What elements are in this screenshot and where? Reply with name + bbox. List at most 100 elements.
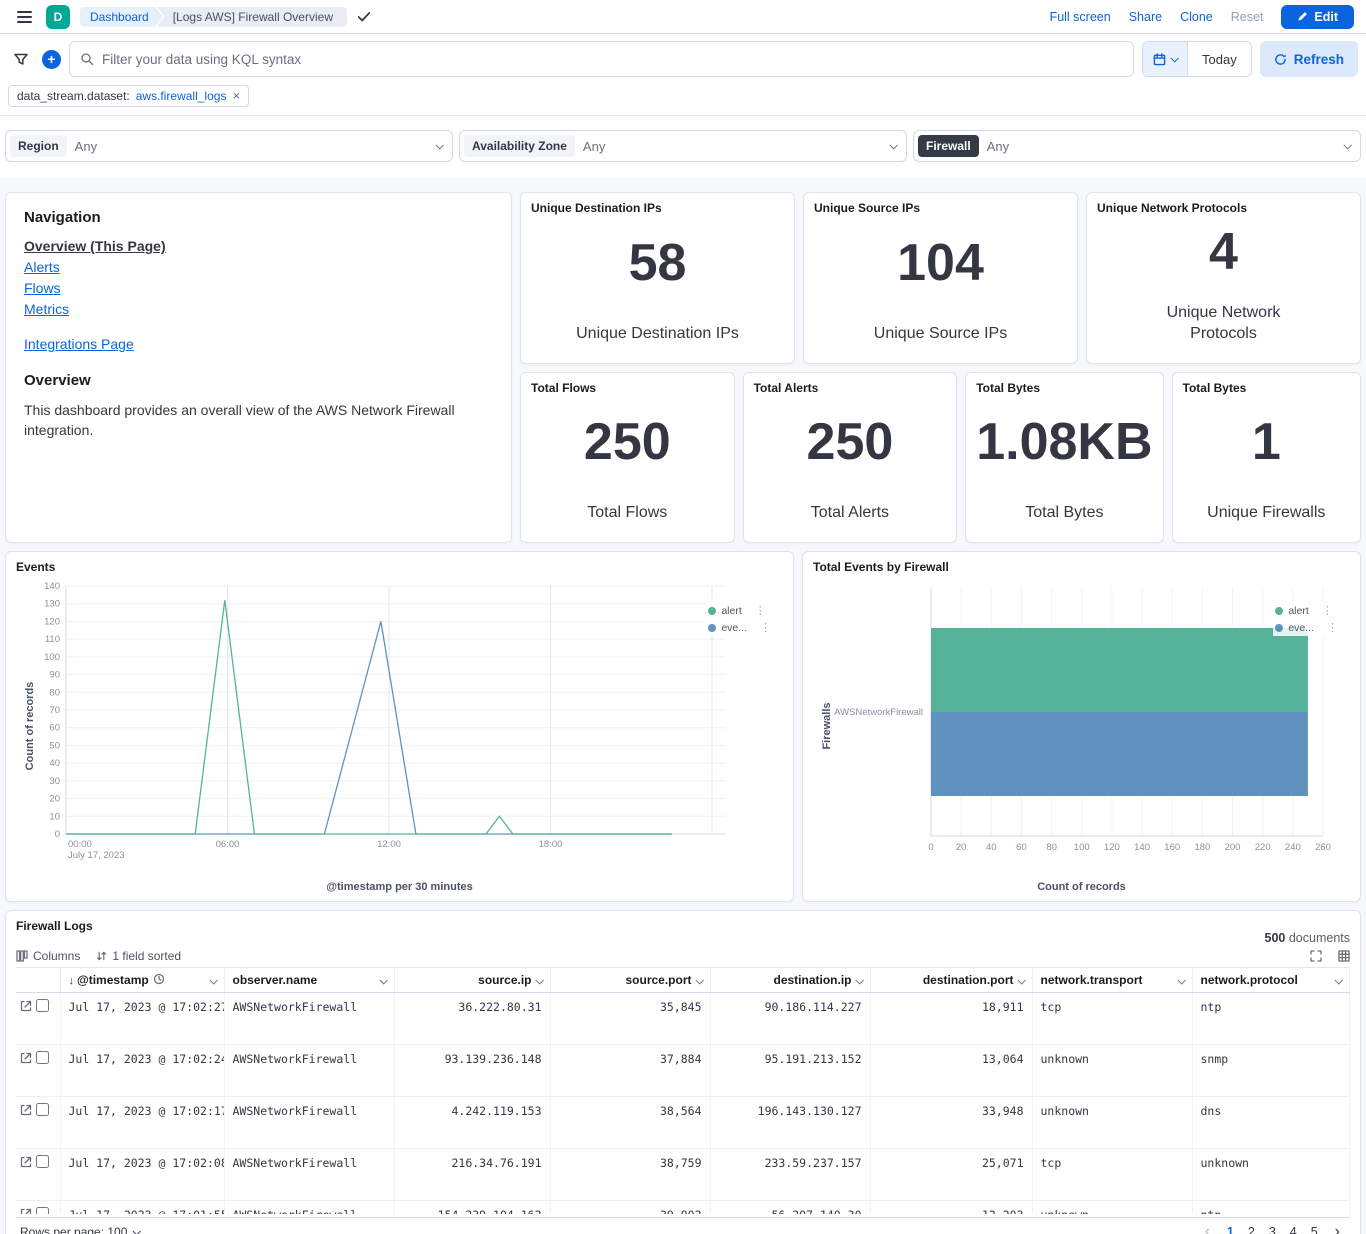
svg-text:70: 70 (49, 705, 60, 716)
logs-table-viewport[interactable]: ↓@timestampobserver.namesource.ipsource.… (16, 968, 1350, 1214)
refresh-button[interactable]: Refresh (1260, 41, 1358, 77)
logs-header-row: ↓@timestampobserver.namesource.ipsource.… (16, 968, 1350, 993)
column-header-destination.port[interactable]: destination.port (870, 968, 1032, 993)
column-header-source.port[interactable]: source.port (550, 968, 710, 993)
page-button-4[interactable]: 4 (1283, 1223, 1304, 1234)
svg-text:260: 260 (1315, 842, 1331, 853)
nav-link[interactable]: Metrics (24, 301, 493, 317)
page-button-5[interactable]: 5 (1304, 1223, 1325, 1234)
log-row[interactable]: Jul 17, 2023 @ 17:02:27.328AWSNetworkFir… (16, 993, 1350, 1045)
column-header-@timestamp[interactable]: ↓@timestamp (60, 968, 224, 993)
column-header-destination.ip[interactable]: destination.ip (710, 968, 870, 993)
controls-section: Region Any Availability Zone Any Firewal… (0, 116, 1366, 178)
page-button-1[interactable]: 1 (1220, 1223, 1241, 1234)
legend-actions-icon[interactable]: ⋮ (1327, 621, 1338, 634)
page-button-3[interactable]: 3 (1262, 1223, 1283, 1234)
log-row[interactable]: Jul 17, 2023 @ 17:02:24.328AWSNetworkFir… (16, 1045, 1350, 1097)
metric-total-flows: Total Flows 250 Total Flows (520, 372, 735, 543)
date-picker-button[interactable] (1143, 42, 1188, 76)
expand-row-icon[interactable] (20, 1052, 32, 1064)
space-avatar[interactable]: D (46, 5, 70, 29)
page-button-2[interactable]: 2 (1241, 1223, 1262, 1234)
filter-pill-field: data_stream.dataset: (17, 89, 130, 103)
legend-item-alert[interactable]: alert ⋮ (708, 604, 771, 617)
row-checkbox[interactable] (36, 1155, 49, 1168)
display-options-button[interactable] (1338, 950, 1350, 962)
main-menu-button[interactable] (12, 5, 36, 29)
log-row[interactable]: Jul 17, 2023 @ 17:02:17.328AWSNetworkFir… (16, 1097, 1350, 1149)
column-header-network.protocol[interactable]: network.protocol (1192, 968, 1350, 993)
kql-search-box[interactable] (69, 41, 1134, 77)
pencil-icon (1297, 11, 1308, 22)
kql-input[interactable] (102, 52, 1123, 67)
legend-item-eve[interactable]: eve... ⋮ (1275, 621, 1338, 634)
breadcrumb-dashboard[interactable]: Dashboard (80, 7, 163, 27)
column-header-network.transport[interactable]: network.transport (1032, 968, 1192, 993)
control-value: Any (583, 139, 882, 154)
svg-text:180: 180 (1194, 842, 1210, 853)
fullscreen-icon (1310, 950, 1322, 962)
clone-link[interactable]: Clone (1180, 10, 1213, 24)
cell-network.transport: tcp (1032, 1149, 1192, 1201)
metric-label: Unique Network Protocols (1159, 303, 1289, 345)
date-quick-button[interactable]: Today (1188, 42, 1251, 76)
filter-pill[interactable]: data_stream.dataset: aws.firewall_logs × (8, 85, 249, 107)
y-axis-label: Firewalls (821, 666, 833, 786)
svg-text:120: 120 (1104, 842, 1120, 853)
nav-link[interactable]: Flows (24, 280, 493, 296)
nav-link[interactable]: Alerts (24, 259, 493, 275)
svg-text:July 17, 2023: July 17, 2023 (68, 850, 125, 861)
control-label: Firewall (918, 135, 979, 157)
remove-filter-icon[interactable]: × (232, 91, 240, 101)
expand-row-icon[interactable] (20, 1208, 32, 1215)
rows-per-page-button[interactable]: Rows per page: 100 (20, 1225, 139, 1234)
legend-actions-icon[interactable]: ⋮ (760, 621, 771, 634)
log-row[interactable]: Jul 17, 2023 @ 17:01:55.328AWSNetworkFir… (16, 1201, 1350, 1215)
nav-link-integrations[interactable]: Integrations Page (24, 336, 134, 352)
saved-query-menu-button[interactable] (8, 43, 34, 75)
svg-text:160: 160 (1164, 842, 1180, 853)
nav-link[interactable]: Overview (This Page) (24, 238, 493, 254)
row-checkbox[interactable] (36, 1051, 49, 1064)
panel-title: Unique Network Protocols (1097, 201, 1350, 215)
query-header: + Today Refresh data_stream.dataset: aws… (0, 34, 1366, 116)
metric-value: 1 (1183, 416, 1350, 468)
columns-button[interactable]: Columns (16, 949, 80, 963)
control-firewall[interactable]: Firewall Any (913, 130, 1361, 162)
cell-network.protocol: ntp (1192, 1201, 1350, 1215)
chevron-down-icon (695, 976, 703, 984)
sort-fields-button[interactable]: 1 field sorted (96, 949, 181, 963)
control-availability-zone[interactable]: Availability Zone Any (459, 130, 907, 162)
cell-source.ip: 154.239.104.162 (394, 1201, 550, 1215)
control-value: Any (75, 139, 428, 154)
row-checkbox[interactable] (36, 999, 49, 1012)
full-screen-link[interactable]: Full screen (1050, 10, 1111, 24)
calendar-icon (1153, 53, 1166, 66)
edit-button[interactable]: Edit (1281, 5, 1354, 29)
previous-page-button[interactable]: ‹ (1199, 1223, 1216, 1234)
cell-@timestamp: Jul 17, 2023 @ 17:02:27.328 (60, 993, 224, 1045)
cell-destination.ip: 196.143.130.127 (710, 1097, 870, 1149)
control-region[interactable]: Region Any (5, 130, 453, 162)
svg-text:AWSNetworkFirewall: AWSNetworkFirewall (834, 707, 923, 718)
row-checkbox[interactable] (36, 1207, 49, 1214)
legend-actions-icon[interactable]: ⋮ (755, 604, 766, 617)
fullscreen-grid-button[interactable] (1310, 950, 1322, 962)
next-page-button[interactable]: › (1329, 1223, 1346, 1234)
row-checkbox[interactable] (36, 1103, 49, 1116)
add-filter-button[interactable]: + (42, 50, 61, 69)
reset-link[interactable]: Reset (1231, 10, 1264, 24)
chevron-down-icon (889, 141, 897, 149)
legend-item-alert[interactable]: alert ⋮ (1275, 604, 1338, 617)
share-link[interactable]: Share (1129, 10, 1162, 24)
breadcrumb-current-page[interactable]: [Logs AWS] Firewall Overview (157, 7, 347, 27)
expand-row-icon[interactable] (20, 1104, 32, 1116)
log-row[interactable]: Jul 17, 2023 @ 17:02:08.328AWSNetworkFir… (16, 1149, 1350, 1201)
column-header-observer.name[interactable]: observer.name (224, 968, 394, 993)
column-header-source.ip[interactable]: source.ip (394, 968, 550, 993)
metric-unique-source-ips: Unique Source IPs 104 Unique Source IPs (803, 192, 1078, 364)
legend-item-eve[interactable]: eve... ⋮ (708, 621, 771, 634)
expand-row-icon[interactable] (20, 1156, 32, 1168)
legend-actions-icon[interactable]: ⋮ (1322, 604, 1333, 617)
expand-row-icon[interactable] (20, 1000, 32, 1012)
